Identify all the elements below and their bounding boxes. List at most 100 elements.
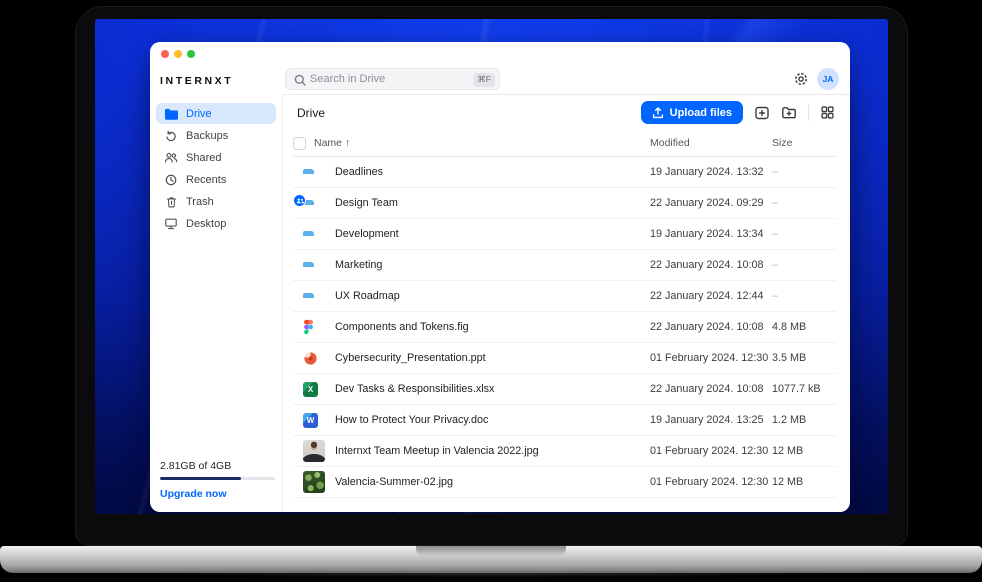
- monitor-icon: [164, 217, 178, 230]
- gear-icon: [793, 71, 809, 87]
- file-name: How to Protect Your Privacy.doc: [335, 414, 650, 426]
- laptop-base-notch: [416, 546, 566, 557]
- table-row[interactable]: Marketing 22 January 2024. 10:08 –: [293, 250, 836, 281]
- table-row[interactable]: Cybersecurity_Presentation.ppt 01 Februa…: [293, 343, 836, 374]
- sidebar-item-backups[interactable]: Backups: [156, 125, 276, 146]
- file-modified: 01 February 2024. 12:30: [650, 445, 772, 457]
- plus-square-icon: [754, 105, 770, 121]
- file-name: Marketing: [335, 259, 650, 271]
- sidebar-item-trash[interactable]: Trash: [156, 191, 276, 212]
- window-controls: [161, 50, 195, 58]
- column-header-name[interactable]: Name ↑: [314, 137, 650, 149]
- sidebar-item-desktop[interactable]: Desktop: [156, 213, 276, 234]
- sidebar-item-label: Backups: [186, 130, 228, 142]
- folder-icon: [164, 108, 178, 120]
- file-name: Valencia-Summer-02.jpg: [335, 476, 650, 488]
- file-name: Components and Tokens.fig: [335, 321, 650, 333]
- table-row[interactable]: W How to Protect Your Privacy.doc 19 Jan…: [293, 405, 836, 436]
- window-header-left: INTERNXT: [150, 42, 283, 95]
- shared-badge-icon: [293, 194, 306, 207]
- file-size: 12 MB: [772, 476, 836, 488]
- file-name: Cybersecurity_Presentation.ppt: [335, 352, 650, 364]
- desktop-wallpaper: INTERNXT ⌘F JA: [95, 19, 888, 514]
- minimize-window-button[interactable]: [174, 50, 182, 58]
- search-bar[interactable]: ⌘F: [285, 68, 500, 90]
- word-file-icon: W: [303, 413, 318, 428]
- file-modified: 19 January 2024. 13:25: [650, 414, 772, 426]
- upload-files-button[interactable]: Upload files: [641, 101, 743, 124]
- sidebar-item-drive[interactable]: Drive: [156, 103, 276, 124]
- table-header: Name ↑ Modified Size: [293, 130, 836, 157]
- table-row[interactable]: Valencia-Summer-02.jpg 01 February 2024.…: [293, 467, 836, 498]
- search-shortcut-badge: ⌘F: [473, 73, 495, 87]
- avatar[interactable]: JA: [817, 68, 839, 90]
- file-size: –: [772, 197, 836, 209]
- laptop-screen-bezel: INTERNXT ⌘F JA: [75, 6, 908, 546]
- table-row[interactable]: UX Roadmap 22 January 2024. 12:44 –: [293, 281, 836, 312]
- file-size: 4.8 MB: [772, 321, 836, 333]
- sidebar-item-recents[interactable]: Recents: [156, 169, 276, 190]
- sidebar-item-shared[interactable]: Shared: [156, 147, 276, 168]
- settings-button[interactable]: [792, 70, 810, 88]
- people-icon: [164, 151, 178, 164]
- zoom-window-button[interactable]: [187, 50, 195, 58]
- file-size: –: [772, 166, 836, 178]
- table-row[interactable]: X Dev Tasks & Responsibilities.xlsx 22 J…: [293, 374, 836, 405]
- file-size: 1.2 MB: [772, 414, 836, 426]
- restore-icon: [164, 129, 178, 143]
- toolbar-actions: Upload files: [641, 101, 835, 124]
- sidebar: Drive Backups Shared: [150, 95, 283, 512]
- create-folder-button[interactable]: [781, 105, 797, 121]
- column-header-modified[interactable]: Modified: [650, 137, 772, 149]
- window-topbar: ⌘F JA: [283, 42, 850, 95]
- figma-file-icon: [303, 319, 314, 335]
- file-modified: 22 January 2024. 12:44: [650, 290, 772, 302]
- trash-icon: [164, 195, 178, 209]
- storage-usage-text: 2.81GB of 4GB: [160, 460, 275, 472]
- table-row[interactable]: Design Team 22 January 2024. 09:29 –: [293, 188, 836, 219]
- folder-plus-icon: [781, 105, 797, 121]
- sidebar-item-label: Trash: [186, 196, 214, 208]
- topbar-right: JA: [792, 68, 839, 90]
- file-list: Deadlines 19 January 2024. 13:32 –: [293, 157, 836, 498]
- sidebar-item-label: Drive: [186, 108, 212, 120]
- file-name: Development: [335, 228, 650, 240]
- storage-progress-fill: [160, 477, 241, 480]
- file-size: 3.5 MB: [772, 352, 836, 364]
- file-size: –: [772, 290, 836, 302]
- file-size: 1077.7 kB: [772, 383, 836, 395]
- grid-view-button[interactable]: [820, 105, 835, 120]
- file-size: 12 MB: [772, 445, 836, 457]
- close-window-button[interactable]: [161, 50, 169, 58]
- table-row[interactable]: Deadlines 19 January 2024. 13:32 –: [293, 157, 836, 188]
- search-icon: [293, 73, 307, 87]
- new-item-button[interactable]: [754, 105, 770, 121]
- grid-view-icon: [820, 105, 835, 120]
- upgrade-now-link[interactable]: Upgrade now: [160, 488, 275, 500]
- clock-icon: [164, 173, 178, 187]
- excel-file-icon: X: [303, 382, 318, 397]
- column-header-size[interactable]: Size: [772, 137, 836, 149]
- table-row[interactable]: Development 19 January 2024. 13:34 –: [293, 219, 836, 250]
- upload-files-label: Upload files: [670, 107, 732, 119]
- table-row[interactable]: Components and Tokens.fig 22 January 202…: [293, 312, 836, 343]
- file-modified: 22 January 2024. 10:08: [650, 383, 772, 395]
- file-modified: 22 January 2024. 10:08: [650, 259, 772, 271]
- upload-icon: [652, 107, 664, 119]
- photo-thumbnail: [303, 440, 325, 462]
- file-modified: 19 January 2024. 13:32: [650, 166, 772, 178]
- storage-progress-bar: [160, 477, 275, 480]
- select-all-checkbox[interactable]: [293, 137, 306, 150]
- storage-widget: 2.81GB of 4GB Upgrade now: [160, 460, 275, 500]
- file-modified: 22 January 2024. 10:08: [650, 321, 772, 333]
- sidebar-item-label: Recents: [186, 174, 226, 186]
- file-name: Internxt Team Meetup in Valencia 2022.jp…: [335, 445, 650, 457]
- search-input[interactable]: [286, 73, 436, 85]
- sidebar-item-label: Desktop: [186, 218, 226, 230]
- sidebar-item-label: Shared: [186, 152, 221, 164]
- file-size: –: [772, 228, 836, 240]
- table-row[interactable]: Internxt Team Meetup in Valencia 2022.jp…: [293, 436, 836, 467]
- main-content: Drive Upload files: [283, 95, 850, 512]
- file-name: Deadlines: [335, 166, 650, 178]
- file-modified: 19 January 2024. 13:34: [650, 228, 772, 240]
